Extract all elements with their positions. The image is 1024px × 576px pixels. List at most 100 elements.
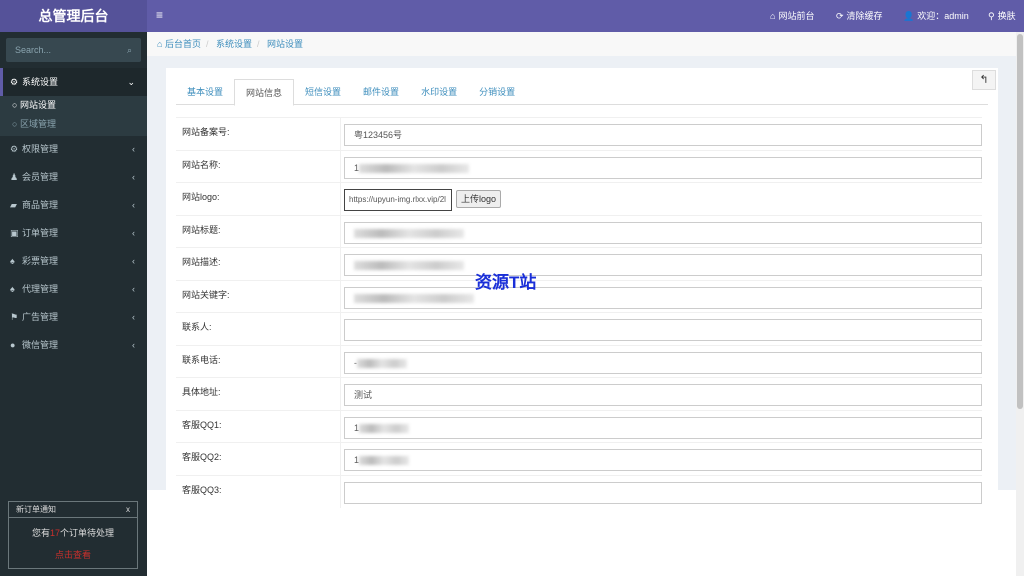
search-icon[interactable]: ⌕ (127, 38, 132, 62)
tab[interactable]: 分销设置 (468, 79, 526, 104)
field-label: 客服QQ2: (182, 452, 222, 462)
field-input[interactable]: 1 (344, 449, 982, 471)
upload-logo-button[interactable]: 上传logo (456, 190, 502, 208)
breadcrumb: ⌂ 后台首页 / 系统设置 / 网站设置 (147, 32, 1016, 56)
frontend-label: 网站前台 (778, 11, 815, 21)
skin-label: 换肤 (997, 11, 1016, 21)
sidebar-item[interactable]: ♟ 会员管理 ‹ (0, 163, 147, 191)
sidebar-item-label: 广告管理 (22, 312, 59, 322)
form-row: 具体地址: 测试 (176, 377, 982, 410)
sidebar-item[interactable]: ♠ 代理管理 ‹ (0, 275, 147, 303)
field-input[interactable]: 测试 (344, 384, 982, 406)
scrollbar[interactable] (1016, 32, 1024, 576)
tab[interactable]: 基本设置 (176, 79, 234, 104)
field-label: 网站名称: (182, 159, 221, 170)
field-input[interactable]: 粤123456号 (344, 124, 982, 146)
tab[interactable]: 网站信息 (234, 79, 295, 106)
sidebar: Search... ⌕ ⚙ 系统设置 ⌄ ⚙ 权限管理 ‹ ♟ 会员管理 ‹ ▰ 商品管理 ‹ ▣ 订单管理… (0, 32, 147, 576)
chevron-down-icon: ⌄ (127, 77, 135, 87)
form-row: 联系人: (176, 312, 982, 345)
field-input[interactable] (344, 286, 982, 309)
form-row: 网站备案号: 粤123456号 (176, 117, 982, 150)
app-logo[interactable]: 总管理后台 (0, 0, 147, 32)
breadcrumb-current: 网站设置 (267, 39, 304, 49)
frontend-link[interactable]: ⌂ 网站前台 (770, 0, 814, 32)
chevron-left-icon: ‹ (132, 228, 135, 238)
tab[interactable]: 邮件设置 (352, 79, 410, 104)
tab[interactable]: 水印设置 (410, 79, 468, 104)
tabs: 基本设置 网站信息 短信设置 邮件设置 水印设置 分销设置 (176, 79, 988, 106)
user-icon: ♟ (10, 172, 19, 182)
form-row: 网站标题: (176, 214, 982, 248)
top-navbar: 总管理后台 ≡ ⌂ 网站前台 ⟳ 清除缓存 👤 欢迎：admin ⚲ 换肤 (0, 0, 1024, 32)
field-input[interactable] (344, 221, 982, 244)
chevron-left-icon: ‹ (132, 200, 135, 210)
sidebar-item[interactable]: ▰ 商品管理 ‹ (0, 191, 147, 219)
settings-panel: ↰ 基本设置 网站信息 短信设置 邮件设置 水印设置 分销设置 网站备案号: 粤123456… (166, 68, 998, 508)
notice-title: 新订单通知 (16, 505, 56, 514)
chevron-left-icon: ‹ (132, 172, 135, 182)
field-label: 网站标题: (182, 224, 221, 235)
clear-cache-button[interactable]: ⟳ 清除缓存 (836, 0, 883, 32)
skin-button[interactable]: ⚲ 换肤 (988, 0, 1016, 32)
form-row: 联系电话: - (176, 344, 982, 378)
breadcrumb-home[interactable]: 后台首页 (165, 39, 201, 49)
sidebar-item-label: 微信管理 (22, 340, 59, 350)
sidebar-item-label: 代理管理 (22, 284, 59, 294)
sidebar-item-label: 彩票管理 (22, 256, 59, 266)
field-input[interactable] (344, 254, 982, 276)
field-label: 网站关键字: (182, 289, 230, 300)
user-icon: 👤 (903, 11, 915, 21)
field-input[interactable] (344, 319, 982, 341)
refresh-icon: ⟳ (836, 11, 844, 21)
chevron-left-icon: ‹ (132, 340, 135, 350)
sidebar-item[interactable]: ⚑ 广告管理 ‹ (0, 303, 147, 331)
field-input[interactable] (344, 481, 982, 504)
form-row: 客服QQ1: 1 (176, 409, 982, 443)
sidebar-item-label: 商品管理 (22, 200, 59, 210)
sidebar-item[interactable]: ⚙ 系统设置 ⌄ (0, 68, 147, 96)
field-label: 客服QQ3: (182, 484, 222, 495)
close-icon[interactable]: x (126, 502, 130, 518)
sidebar-item-label: 订单管理 (22, 228, 59, 238)
sidebar-item[interactable]: ● 微信管理 ‹ (0, 331, 147, 359)
menu-toggle-icon[interactable]: ≡ (156, 8, 163, 22)
main-content: ↰ 基本设置 网站信息 短信设置 邮件设置 水印设置 分销设置 网站备案号: 粤123456… (147, 56, 1016, 508)
order-notice: 新订单通知 x 您有17个订单待处理 点击查看 (8, 501, 138, 569)
submenu-label: 网站设置 (19, 100, 56, 110)
form-row: 客服QQ2: 1 (176, 442, 982, 475)
field-input[interactable]: - (344, 351, 982, 374)
chevron-left-icon: ‹ (132, 256, 135, 266)
notice-message: 您有17个订单待处理 (31, 528, 115, 538)
field-input[interactable]: 1 (344, 416, 982, 439)
home-icon: ⌂ (770, 11, 776, 21)
form-row: 网站关键字: (176, 279, 982, 313)
field-label: 联系人: (182, 322, 212, 332)
view-orders-link[interactable]: 点击查看 (9, 548, 137, 561)
field-label: 联系电话: (182, 354, 221, 365)
form-row: 网站logo: https://upyun-img.rlxx.vip/2l 上传lo… (176, 182, 982, 215)
form-row: 网站名称: 1 (176, 149, 982, 183)
logo-url-input[interactable]: https://upyun-img.rlxx.vip/2l (344, 189, 452, 211)
sidebar-item[interactable]: ▣ 订单管理 ‹ (0, 219, 147, 247)
chevron-left-icon: ‹ (132, 284, 135, 294)
home-icon: ⌂ (157, 39, 163, 49)
bell-icon: ♠ (10, 256, 15, 266)
sidebar-item[interactable]: ♠ 彩票管理 ‹ (0, 247, 147, 275)
user-menu[interactable]: 👤 欢迎：admin (903, 0, 969, 32)
field-label: 网站备案号: (182, 127, 230, 137)
submenu-item-region[interactable]: ○ 区域管理 (0, 115, 147, 134)
field-label: 网站logo: (182, 192, 220, 202)
submenu: ○ 网站设置 ○ 区域管理 (0, 96, 147, 136)
submenu-item-site-settings[interactable]: ○ 网站设置 (0, 96, 147, 115)
form-row: 网站描述: (176, 247, 982, 280)
sidebar-item[interactable]: ⚙ 权限管理 ‹ (0, 135, 147, 163)
breadcrumb-system[interactable]: 系统设置 (216, 39, 252, 49)
tab[interactable]: 短信设置 (294, 79, 352, 104)
field-label: 具体地址: (182, 387, 221, 397)
search-input[interactable]: Search... ⌕ (6, 38, 141, 62)
submenu-label: 区域管理 (19, 119, 56, 129)
search-placeholder: Search... (15, 45, 52, 55)
field-input[interactable]: 1 (344, 156, 982, 179)
skin-icon: ⚲ (988, 11, 995, 21)
